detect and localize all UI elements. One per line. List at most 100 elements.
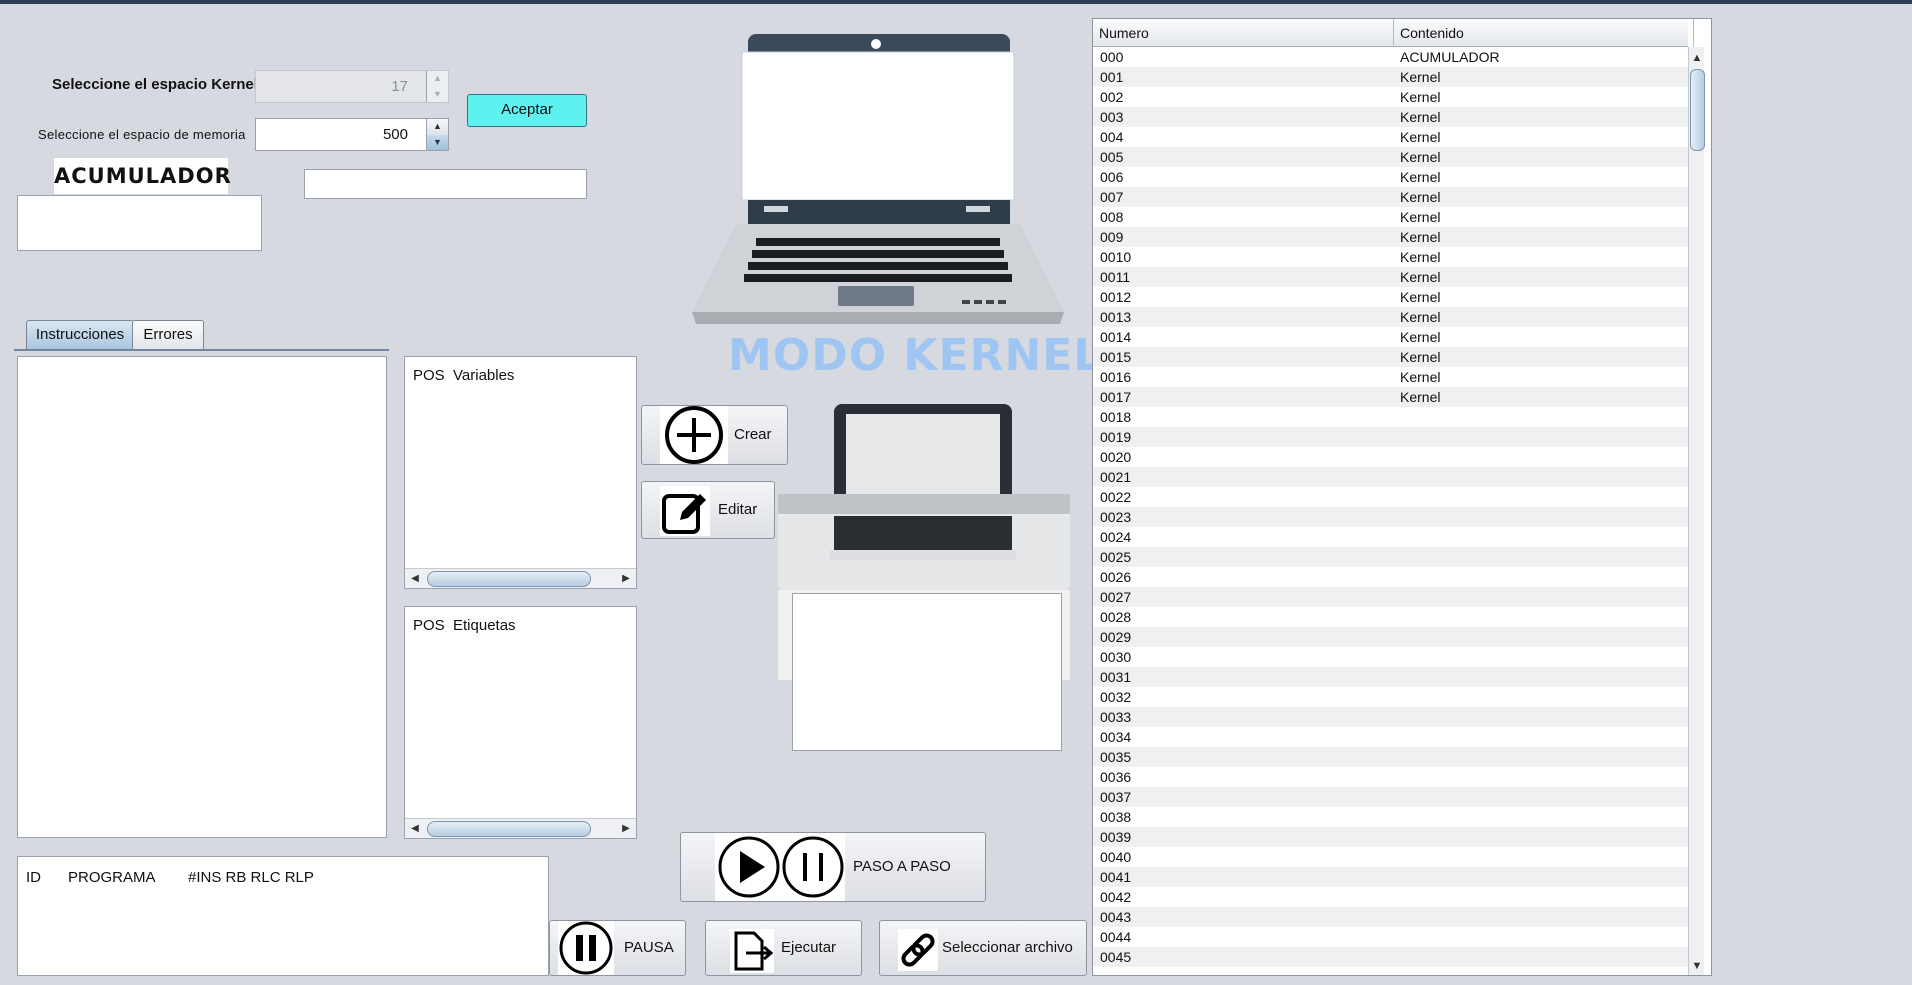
table-row[interactable]: 0029 [1093,627,1688,647]
cell-contenido: Kernel [1400,109,1441,125]
table-row[interactable]: 0033 [1093,707,1688,727]
memory-table-scrollbar[interactable]: ▲ ▼ [1688,47,1705,975]
accumulator-field[interactable] [17,195,262,251]
table-row[interactable]: 0012 Kernel [1093,287,1688,307]
tab-errores[interactable]: Errores [132,320,204,349]
variables-scrollbar[interactable]: ◀ ▶ [405,568,636,588]
cell-numero: 0010 [1100,249,1132,265]
table-row[interactable]: 0015 Kernel [1093,347,1688,367]
table-row[interactable]: 0016 Kernel [1093,367,1688,387]
table-row[interactable]: 009 Kernel [1093,227,1688,247]
scroll-thumb[interactable] [1690,69,1705,151]
table-row[interactable]: 005 Kernel [1093,147,1688,167]
table-row[interactable]: 0027 [1093,587,1688,607]
cell-contenido: Kernel [1400,309,1441,325]
table-row[interactable]: 0043 [1093,907,1688,927]
tab-instrucciones[interactable]: Instrucciones [26,320,134,349]
table-row[interactable]: 001 Kernel [1093,67,1688,87]
table-row[interactable]: 0014 Kernel [1093,327,1688,347]
table-row[interactable]: 000 ACUMULADOR [1093,47,1688,67]
memory-spinner-down-button[interactable]: ▼ [427,134,448,150]
table-row[interactable]: 0042 [1093,887,1688,907]
cell-contenido: Kernel [1400,69,1441,85]
memory-table[interactable]: Numero Contenido 000 ACUMULADOR 001 Kernel 0… [1092,18,1712,976]
table-row[interactable]: 0024 [1093,527,1688,547]
scroll-down-arrow[interactable]: ▼ [1689,957,1705,975]
select-file-button-label: Seleccionar archivo [942,939,1073,956]
table-row[interactable]: 0021 [1093,467,1688,487]
printer-output-panel[interactable] [792,593,1062,751]
scroll-left-arrow[interactable]: ◀ [405,819,425,838]
scroll-right-arrow[interactable]: ▶ [616,569,636,588]
labels-scrollbar[interactable]: ◀ ▶ [405,818,636,838]
execute-button[interactable]: Ejecutar [705,920,862,976]
table-row[interactable]: 0035 [1093,747,1688,767]
table-row[interactable]: 0034 [1093,727,1688,747]
scroll-up-arrow[interactable]: ▲ [1689,49,1705,67]
kernel-spinner-down-button[interactable]: ▼ [427,86,448,102]
table-row[interactable]: 0020 [1093,447,1688,467]
select-file-button[interactable]: Seleccionar archivo [879,920,1087,976]
table-row[interactable]: 0025 [1093,547,1688,567]
kernel-spinner-up-button[interactable]: ▲ [427,71,448,88]
table-row[interactable]: 004 Kernel [1093,127,1688,147]
kernel-space-spinner[interactable]: 17 ▲ ▼ [255,70,449,103]
step-button[interactable]: PASO A PASO [680,832,986,902]
labels-panel[interactable]: POS Etiquetas ◀ ▶ [404,606,637,839]
table-row[interactable]: 002 Kernel [1093,87,1688,107]
table-row[interactable]: 006 Kernel [1093,167,1688,187]
instructions-panel[interactable] [17,356,387,838]
cell-numero: 008 [1100,209,1124,225]
table-row[interactable]: 0031 [1093,667,1688,687]
scroll-left-arrow[interactable]: ◀ [405,569,425,588]
memory-space-spinner[interactable]: 500 ▲ ▼ [255,118,449,151]
cell-numero: 007 [1100,189,1124,205]
table-row[interactable]: 0041 [1093,867,1688,887]
table-row[interactable]: 0044 [1093,927,1688,947]
accept-button[interactable]: Aceptar [467,94,587,127]
table-row[interactable]: 008 Kernel [1093,207,1688,227]
table-row[interactable]: 0026 [1093,567,1688,587]
kernel-mode-label: MODO KERNEL [728,330,1103,381]
cell-contenido: Kernel [1400,389,1441,405]
scroll-right-arrow[interactable]: ▶ [616,819,636,838]
table-row[interactable]: 0023 [1093,507,1688,527]
table-row[interactable]: 0040 [1093,847,1688,867]
table-row[interactable]: 0019 [1093,427,1688,447]
cell-numero: 0031 [1100,669,1132,685]
cell-contenido: Kernel [1400,169,1441,185]
output-field[interactable] [304,169,587,199]
kernel-spinner-buttons: ▲ ▼ [426,71,448,102]
table-row[interactable]: 0017 Kernel [1093,387,1688,407]
table-row[interactable]: 0022 [1093,487,1688,507]
table-row[interactable]: 003 Kernel [1093,107,1688,127]
table-row[interactable]: 0010 Kernel [1093,247,1688,267]
table-row[interactable]: 0013 Kernel [1093,307,1688,327]
table-row[interactable]: 0038 [1093,807,1688,827]
cell-contenido: Kernel [1400,209,1441,225]
column-header-contenido[interactable]: Contenido [1394,19,1694,47]
memory-spinner-up-button[interactable]: ▲ [427,119,448,136]
scroll-thumb[interactable] [427,821,591,837]
scroll-thumb[interactable] [427,571,591,587]
program-col-programa: PROGRAMA [68,869,156,886]
table-row[interactable]: 0032 [1093,687,1688,707]
table-row[interactable]: 0045 [1093,947,1688,967]
table-row[interactable]: 0028 [1093,607,1688,627]
execute-button-label: Ejecutar [781,939,837,956]
table-row[interactable]: 0036 [1093,767,1688,787]
table-row[interactable]: 0018 [1093,407,1688,427]
pause-button[interactable]: PAUSA [549,920,686,976]
column-header-numero[interactable]: Numero [1093,19,1394,47]
table-row[interactable]: 0037 [1093,787,1688,807]
cell-numero: 0041 [1100,869,1132,885]
edit-button[interactable]: Editar [641,481,775,539]
table-row[interactable]: 0039 [1093,827,1688,847]
program-table[interactable]: ID PROGRAMA #INS RB RLC RLP [17,856,549,976]
table-row[interactable]: 0011 Kernel [1093,267,1688,287]
table-row[interactable]: 0030 [1093,647,1688,667]
accumulator-title: ACUMULADOR [54,158,231,194]
variables-panel[interactable]: POS Variables ◀ ▶ [404,356,637,589]
table-row[interactable]: 007 Kernel [1093,187,1688,207]
create-button[interactable]: Crear [641,405,788,465]
